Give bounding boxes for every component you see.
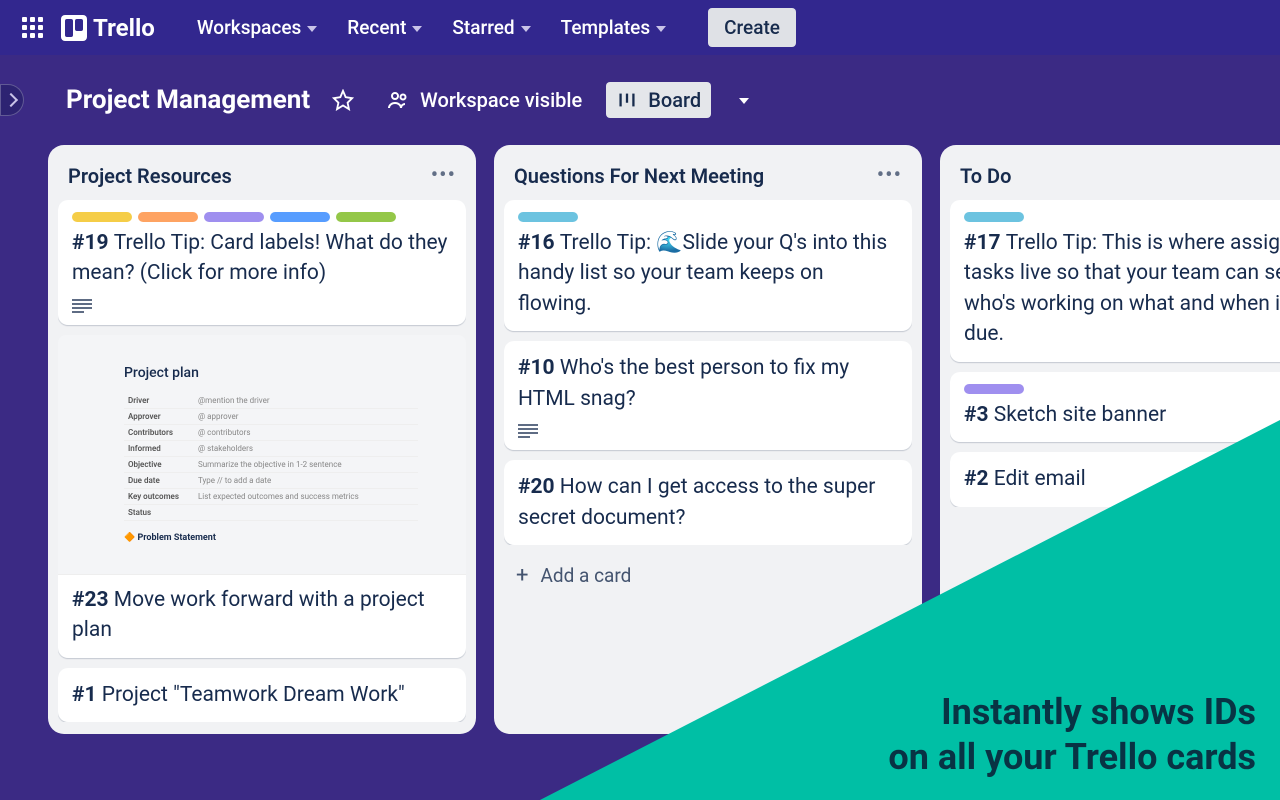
label-teal[interactable] <box>964 212 1024 222</box>
label-purple2[interactable] <box>964 384 1024 394</box>
apps-switcher-icon[interactable] <box>16 11 49 44</box>
list: Project Resources ••• #19 Trello Tip: Card… <box>48 145 476 734</box>
trello-logo[interactable]: Trello <box>61 14 155 42</box>
card-title: #17 Trello Tip: This is where assigned t… <box>964 228 1280 350</box>
card[interactable]: #16 Trello Tip: 🌊Slide your Q's into thi… <box>504 200 912 331</box>
cards-container: #19 Trello Tip: Card labels! What do the… <box>58 200 466 722</box>
card-labels <box>518 212 898 222</box>
card-cover: Project planDriver@mention the driverApp… <box>58 335 466 575</box>
workspace-visibility[interactable]: Workspace visible <box>376 82 592 118</box>
card-title: #23 Move work forward with a project pla… <box>72 585 452 646</box>
board-view-switcher[interactable]: Board <box>606 82 711 118</box>
card[interactable]: #19 Trello Tip: Card labels! What do the… <box>58 200 466 325</box>
chevron-down-icon <box>739 98 749 104</box>
chevron-down-icon <box>521 26 531 32</box>
card-labels <box>964 212 1280 222</box>
description-icon <box>518 424 538 438</box>
view-options-dropdown[interactable] <box>725 81 763 119</box>
list-title[interactable]: To Do <box>960 164 1011 188</box>
trello-logo-icon <box>61 15 87 41</box>
label-teal[interactable] <box>518 212 578 222</box>
nav-templates[interactable]: Templates <box>549 10 678 45</box>
label-yellow[interactable] <box>72 212 132 222</box>
card-title: #19 Trello Tip: Card labels! What do the… <box>72 228 452 289</box>
list-menu-button[interactable]: ••• <box>431 163 456 188</box>
list-title[interactable]: Project Resources <box>68 164 232 188</box>
promo-overlay-text: Instantly shows IDs on all your Trello c… <box>888 690 1256 780</box>
list-title[interactable]: Questions For Next Meeting <box>514 164 764 188</box>
create-button[interactable]: Create <box>708 8 796 47</box>
card[interactable]: #1 Project "Teamwork Dream Work" <box>58 668 466 722</box>
card-labels <box>964 384 1280 394</box>
board-title[interactable]: Project Management <box>66 85 310 115</box>
chevron-down-icon <box>656 26 666 32</box>
card[interactable]: Project planDriver@mention the driverApp… <box>58 335 466 658</box>
nav-recent[interactable]: Recent <box>335 10 434 45</box>
people-icon <box>386 88 410 112</box>
nav-workspaces[interactable]: Workspaces <box>185 10 329 45</box>
trello-logo-text: Trello <box>93 14 155 42</box>
list-header: Project Resources ••• <box>58 159 466 200</box>
chevron-down-icon <box>412 26 422 32</box>
label-green[interactable] <box>336 212 396 222</box>
board-header: Project Management Workspace visible Boa… <box>0 55 1280 145</box>
top-navbar: Trello Workspaces Recent Starred Templat… <box>0 0 1280 55</box>
card-labels <box>72 212 452 222</box>
card[interactable]: #17 Trello Tip: This is where assigned t… <box>950 200 1280 362</box>
list-menu-button[interactable]: ••• <box>877 163 902 188</box>
description-icon <box>72 299 92 313</box>
star-board-button[interactable] <box>324 81 362 119</box>
label-blue[interactable] <box>270 212 330 222</box>
card-title: #1 Project "Teamwork Dream Work" <box>72 680 452 710</box>
nav-starred[interactable]: Starred <box>440 10 542 45</box>
plus-icon: + <box>516 563 528 588</box>
label-orange[interactable] <box>138 212 198 222</box>
list-header: To Do••• <box>950 159 1280 200</box>
sidebar-expand-handle[interactable] <box>0 84 24 116</box>
card-title: #16 Trello Tip: 🌊Slide your Q's into thi… <box>518 228 898 319</box>
label-purple[interactable] <box>204 212 264 222</box>
board-icon <box>616 89 638 111</box>
top-nav-menu: Workspaces Recent Starred Templates <box>185 10 678 45</box>
list-header: Questions For Next Meeting ••• <box>504 159 912 200</box>
chevron-down-icon <box>307 26 317 32</box>
card-title: #10 Who's the best person to fix my HTML… <box>518 353 898 414</box>
